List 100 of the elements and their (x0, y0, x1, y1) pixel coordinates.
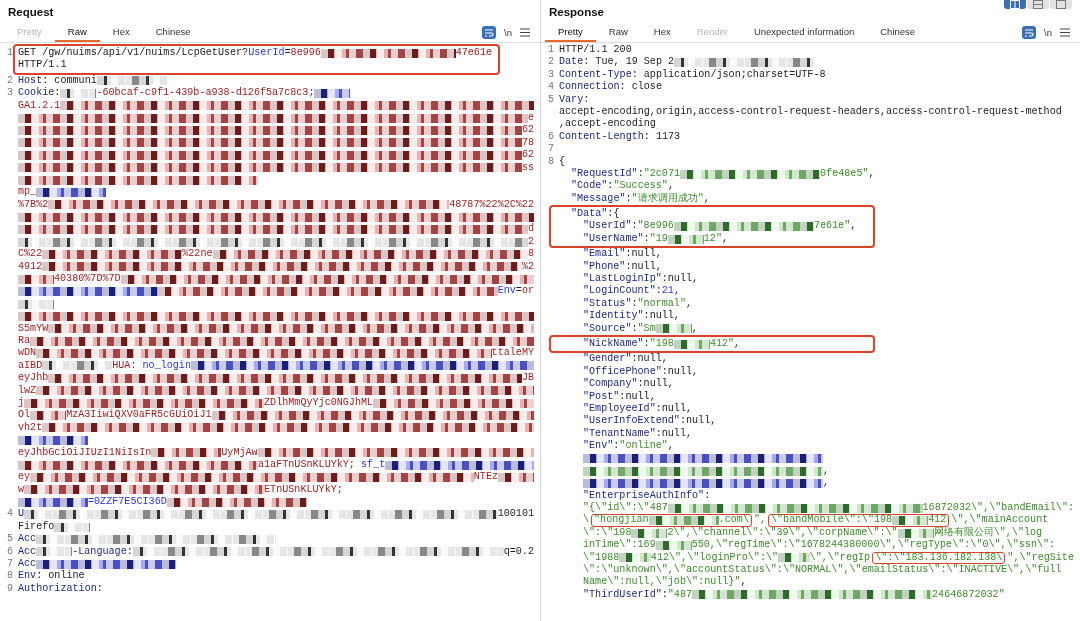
newline-toggle[interactable]: \n (504, 27, 512, 38)
json-string: Name\":null,\"job\":null}" (583, 576, 741, 589)
json-string: "normal" (637, 297, 686, 310)
header-name: Env (18, 570, 37, 583)
header-name: Connection (559, 81, 620, 94)
line-number: 2 (547, 56, 554, 68)
tab[interactable]: Pretty (545, 23, 596, 42)
json-key: "UserId" (583, 220, 632, 233)
json-string: 7e61e" (813, 220, 851, 233)
json-key: "LoginCount" (583, 285, 656, 298)
param-name: no_login (142, 359, 191, 373)
tab[interactable]: Raw (595, 23, 641, 42)
json-string: "请求调用成功" (631, 192, 704, 206)
header-name: Acc (18, 533, 37, 546)
panel-title: Response (549, 5, 604, 18)
json-string: \"bandMobile\":\"198 (771, 515, 893, 526)
param-value: lwZ (18, 384, 37, 397)
line-number: 3 (547, 68, 554, 80)
json-number: 21 (661, 285, 674, 298)
json-string: "8e996 (637, 220, 674, 233)
header-name: Authorization (18, 582, 97, 596)
line-number: 1 (547, 44, 554, 55)
json-string: 12" (703, 232, 722, 246)
param-value: Ra (18, 335, 31, 348)
tab[interactable]: Hex (99, 23, 143, 42)
code-text: , (667, 180, 674, 193)
param-value: w (18, 483, 25, 497)
json-key: "Gender" (583, 353, 632, 366)
line-number: 8 (6, 570, 13, 582)
param-value: NTEz (473, 471, 498, 484)
code-text: : (631, 220, 638, 233)
param-value: ss (521, 161, 534, 174)
param-value: aIBD (18, 359, 43, 372)
code-text: = (515, 285, 522, 298)
header-name: Content-Type (559, 68, 632, 81)
param-name: sf_t (361, 458, 386, 472)
json-string: \",\"regIp (809, 551, 871, 564)
header-name: Host (18, 74, 43, 87)
json-string: \":\"183.136.182.138\ (875, 552, 1003, 563)
line-number: 4 (547, 81, 554, 93)
json-key: "Identity" (583, 310, 644, 323)
json-string: "2c071 (643, 167, 681, 180)
code-text: HTTP/1.1 (18, 59, 67, 72)
json-key: "OfficePhone" (583, 365, 662, 379)
json-string: \":\"198 (583, 526, 632, 539)
param-value: eyJhb (18, 372, 49, 385)
json-key: "Code" (571, 180, 608, 193)
code-text: , (740, 576, 747, 589)
tab[interactable]: Chinese (142, 23, 204, 42)
code-text: : (637, 167, 644, 180)
param-value: 62 (521, 124, 534, 137)
line-number: 6 (547, 130, 554, 142)
json-key: "Status" (583, 297, 632, 311)
json-string: 550,\"regTime\":\"1678244380000\",\"regType\":\"0\",\"ssn\": (691, 539, 1056, 552)
param-value: eyJhbGciOiJIUzI1NiIsIn (18, 446, 152, 459)
code-text: , (686, 297, 693, 311)
newline-toggle[interactable]: \n (1044, 27, 1052, 38)
code-text: : (613, 440, 620, 453)
code-text: : (631, 322, 638, 335)
tab[interactable]: Chinese (867, 23, 929, 42)
code-text: : (583, 93, 590, 106)
tab[interactable]: Raw (54, 23, 100, 42)
code-text: :null, (625, 260, 662, 273)
json-string: "online" (619, 440, 668, 453)
code-text: : 1173 (643, 130, 681, 144)
json-string: "198 (649, 338, 674, 351)
param-value: 8 (527, 248, 534, 261)
tab[interactable]: Unexpected information (740, 23, 868, 42)
param-value: ETnUSnKLUYkY; (264, 483, 343, 497)
json-key: "Post" (583, 390, 620, 403)
param-value: 48787%22%2C%22 (449, 198, 534, 212)
json-key: "RequestId" (571, 167, 638, 181)
code-text: GET /gw/nuims/api/v1/nuims/LcpGetUser? (18, 47, 249, 59)
param-value: C%22 (18, 248, 43, 261)
json-key: "LastLoginIp" (583, 273, 662, 286)
code-text: , (703, 192, 710, 206)
param-value: 47e61e (455, 47, 492, 60)
code-text: Firefo (18, 520, 55, 534)
param-name: =0ZZF7E5CI36D (88, 496, 167, 509)
code-text: : (631, 297, 638, 310)
param-value: 2 (527, 235, 534, 249)
header-name: Cookie (18, 87, 55, 100)
param-value: mp_ (18, 186, 37, 199)
param-value: 8e996 (290, 47, 321, 60)
json-string: ", (753, 514, 766, 527)
code-text: : (643, 232, 650, 246)
code-text: : online (36, 570, 85, 583)
json-key: "NickName" (583, 338, 644, 351)
code-text: : (661, 588, 668, 602)
line-number: 8 (547, 155, 554, 167)
tab[interactable]: Hex (640, 23, 684, 42)
code-text: :null, (679, 415, 717, 428)
code-text: :null, (637, 378, 674, 391)
json-key: "Message" (571, 192, 626, 206)
code-text: : application/json;charset=UTF-8 (631, 68, 826, 81)
param-value: wDN (18, 347, 37, 360)
code-text: , (823, 464, 830, 478)
json-string: .com\ (718, 515, 749, 526)
line-number: 5 (547, 93, 554, 105)
code-text: : (643, 338, 650, 351)
